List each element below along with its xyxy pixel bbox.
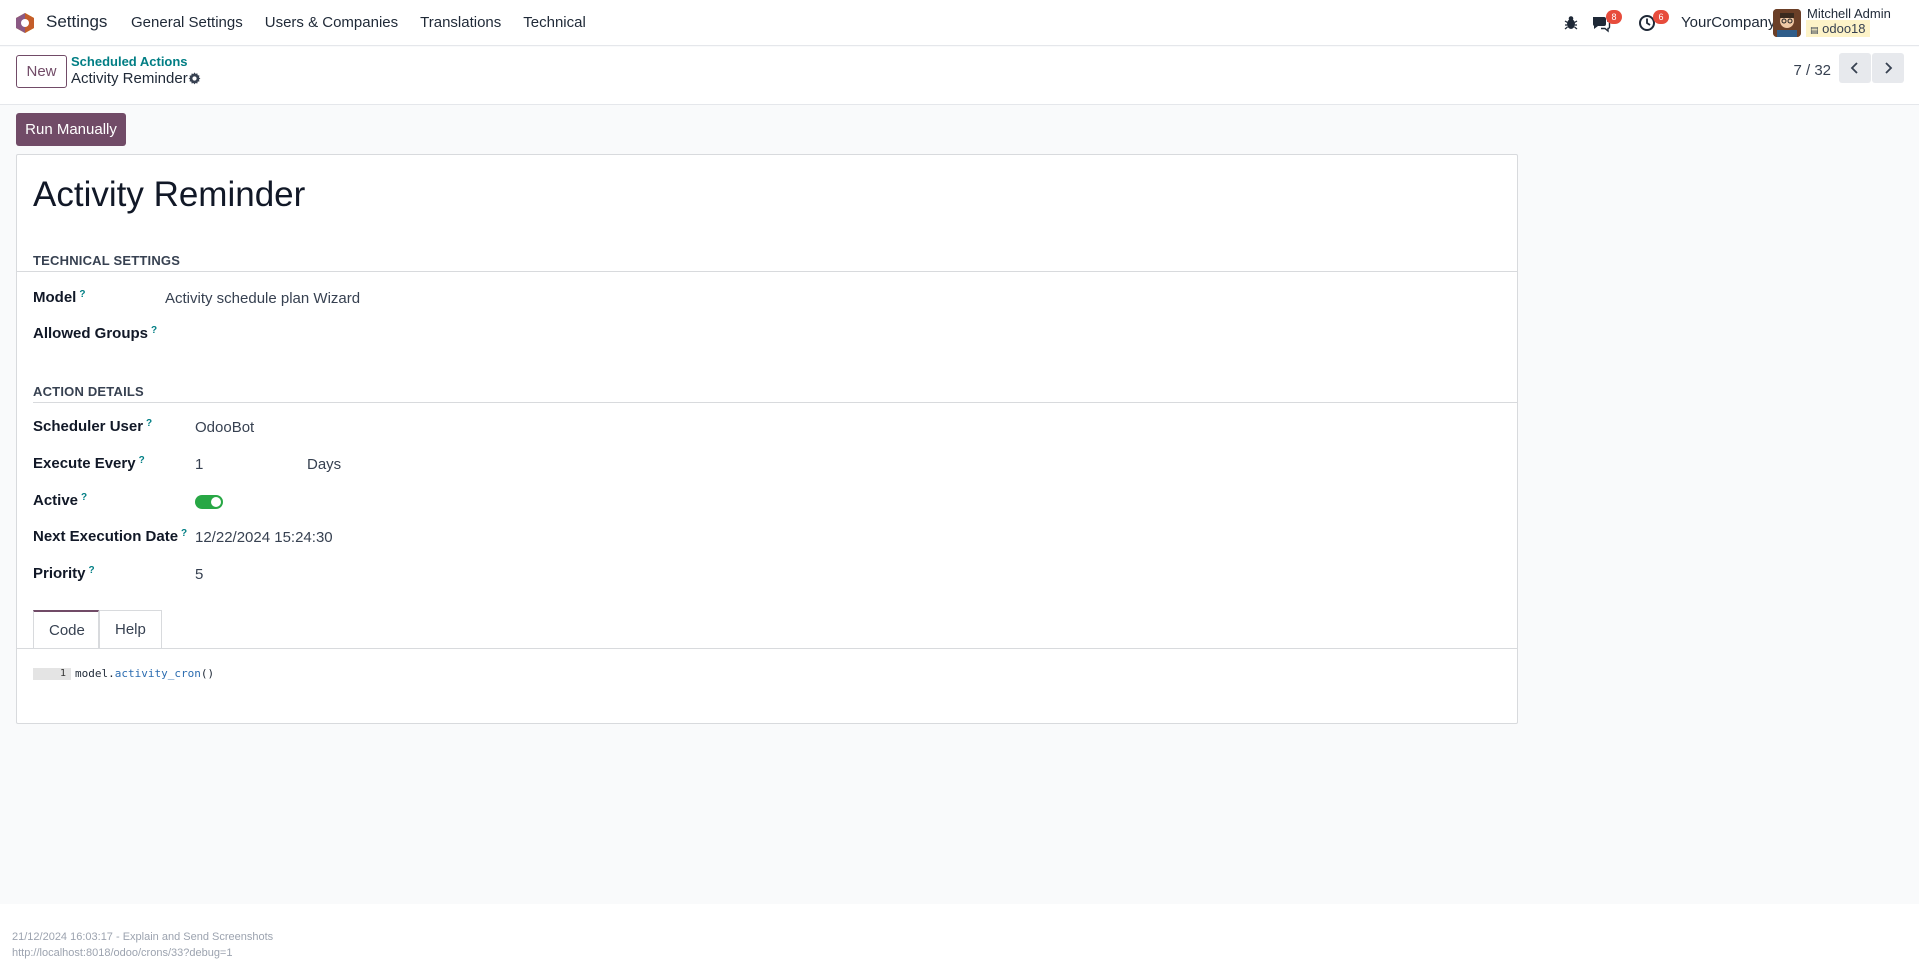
menu-general-settings[interactable]: General Settings (120, 0, 254, 46)
systray: 8 6 YourCompany Mitchell Admin ▤ odoo18 (1519, 0, 1919, 46)
database-chip: ▤ odoo18 (1806, 20, 1870, 37)
priority-label: Priority? (33, 565, 95, 582)
database-name: odoo18 (1822, 21, 1866, 36)
chevron-left-icon (1850, 62, 1858, 74)
toggle-knob (211, 497, 221, 507)
priority-field[interactable]: 5 (195, 566, 203, 583)
user-avatar[interactable] (1773, 9, 1801, 37)
record-title[interactable]: Activity Reminder (33, 175, 305, 215)
breadcrumb-scheduled-actions[interactable]: Scheduled Actions (71, 54, 188, 69)
control-panel: New Scheduled Actions Activity Reminder … (0, 47, 1919, 105)
section-technical-settings: TECHNICAL SETTINGS (33, 253, 181, 268)
allowed-groups-label: Allowed Groups? (33, 325, 158, 342)
user-name[interactable]: Mitchell Admin (1807, 6, 1891, 21)
model-field[interactable]: Activity schedule plan Wizard (165, 290, 360, 307)
interval-number-field[interactable]: 1 (195, 456, 203, 473)
breadcrumb-current: Activity Reminder (71, 70, 188, 87)
pager-previous-button[interactable] (1839, 53, 1871, 83)
pager-next-button[interactable] (1872, 53, 1904, 83)
help-tooltip-icon[interactable]: ? (89, 565, 95, 576)
execute-every-label: Execute Every? (33, 455, 145, 472)
main-menu: General Settings Users & Companies Trans… (120, 0, 597, 46)
scheduler-user-label: Scheduler User? (33, 418, 153, 435)
footer-timestamp: 21/12/2024 16:03:17 - Explain and Send S… (12, 931, 274, 943)
messages-badge: 8 (1606, 10, 1622, 24)
menu-translations[interactable]: Translations (409, 0, 512, 46)
screenshot-footer: 21/12/2024 16:03:17 - Explain and Send S… (0, 904, 1919, 971)
active-toggle[interactable] (195, 495, 223, 509)
section-action-details: ACTION DETAILS (33, 384, 144, 399)
scheduler-user-field[interactable]: OdooBot (195, 419, 254, 436)
code-content[interactable]: model.activity_cron() (75, 668, 214, 680)
odoo-app-logo-icon[interactable] (14, 12, 36, 34)
section-divider (17, 271, 1517, 272)
tab-code[interactable]: Code (33, 610, 99, 649)
help-tooltip-icon[interactable]: ? (151, 325, 157, 336)
help-tooltip-icon[interactable]: ? (79, 289, 85, 300)
footer-url: http://localhost:8018/odoo/crons/33?debu… (12, 947, 233, 959)
line-number: 1 (33, 668, 71, 680)
help-tooltip-icon[interactable]: ? (81, 492, 87, 503)
next-execution-date-label: Next Execution Date? (33, 528, 188, 545)
help-tooltip-icon[interactable]: ? (146, 418, 152, 429)
company-switcher[interactable]: YourCompany (1681, 14, 1776, 31)
chevron-right-icon (1885, 62, 1893, 74)
next-execution-date-field[interactable]: 12/22/2024 15:24:30 (195, 529, 333, 546)
form-sheet: Activity Reminder TECHNICAL SETTINGS Mod… (16, 154, 1518, 724)
gear-icon[interactable] (188, 72, 201, 85)
menu-users-companies[interactable]: Users & Companies (254, 0, 409, 46)
tabs-divider (17, 648, 1517, 649)
active-label: Active? (33, 492, 88, 509)
new-button[interactable]: New (16, 55, 67, 88)
model-label: Model? (33, 289, 86, 306)
pager-value[interactable]: 7 / 32 (1793, 62, 1831, 79)
run-manually-button[interactable]: Run Manually (16, 113, 126, 146)
bug-icon[interactable] (1561, 13, 1581, 33)
top-navbar: Settings General Settings Users & Compan… (0, 0, 1919, 46)
help-tooltip-icon[interactable]: ? (181, 528, 187, 539)
database-icon: ▤ (1810, 25, 1819, 35)
avatar-image-icon (1773, 9, 1801, 37)
menu-technical[interactable]: Technical (512, 0, 597, 46)
interval-type-select[interactable]: Days (307, 456, 341, 473)
activities-badge: 6 (1653, 10, 1669, 24)
allowed-groups-field[interactable] (165, 325, 565, 345)
help-tooltip-icon[interactable]: ? (139, 455, 145, 466)
section-divider (33, 402, 1517, 403)
app-name[interactable]: Settings (46, 12, 107, 32)
tab-help[interactable]: Help (99, 610, 162, 649)
